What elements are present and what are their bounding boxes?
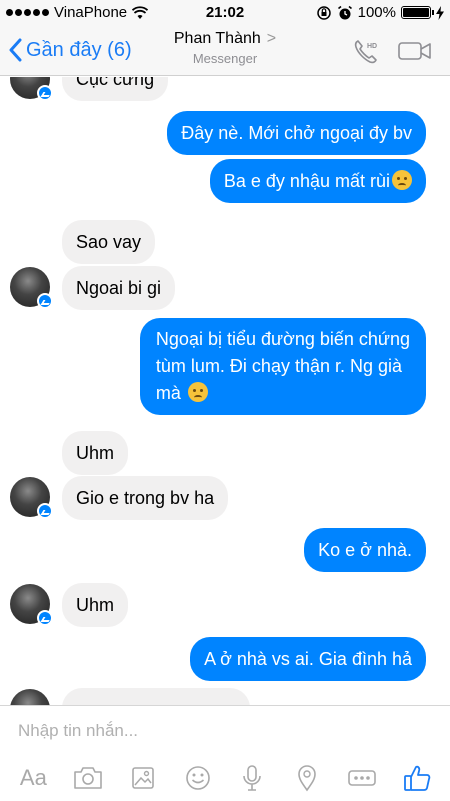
battery-percent: 100%	[357, 4, 396, 21]
message-incoming[interactable]	[62, 688, 250, 705]
message-incoming[interactable]: Gio e trong bv ha	[62, 476, 229, 520]
message-outgoing[interactable]: Đây nè. Mới chở ngoại đy bv	[167, 111, 426, 155]
messenger-badge-icon	[37, 85, 53, 101]
message-text: Ba e đy nhậu mất rùi	[223, 171, 390, 191]
smiley-icon	[185, 766, 210, 790]
photo-gallery-icon	[132, 767, 154, 789]
contact-name: Phan Thành	[173, 30, 261, 47]
messenger-badge-icon	[37, 293, 53, 309]
compose-toolbar: Aa	[0, 756, 450, 800]
more-dots-icon	[348, 770, 376, 786]
contact-avatar[interactable]	[10, 584, 53, 626]
messenger-badge-icon	[37, 503, 53, 519]
message-input[interactable]	[18, 716, 438, 746]
crying-face-icon	[392, 170, 412, 190]
charging-bolt-icon	[436, 5, 444, 20]
message-text: Gio e trong bv ha	[76, 488, 215, 508]
photo-gallery-button[interactable]	[125, 760, 161, 796]
conversation-header: Gần đây (6) Phan Thành > Messenger HD	[0, 26, 450, 76]
compose-bar: Aa	[0, 705, 450, 801]
message-text: Sao vay	[76, 232, 142, 252]
message-text: A ở nhà vs ai. Gia đình hả	[204, 649, 412, 669]
disappointed-face-icon	[187, 382, 208, 402]
message-incoming[interactable]: Sao vay	[62, 220, 156, 264]
message-list[interactable]: Cục cưng Đây nè. Mới chở ngoại đy bv Ba …	[0, 77, 450, 705]
contact-subtitle: Messenger	[192, 51, 258, 66]
more-options-button[interactable]	[344, 760, 380, 796]
location-button[interactable]	[289, 760, 325, 796]
text-format-button[interactable]: Aa	[15, 760, 51, 796]
location-pin-icon	[298, 765, 316, 792]
thumbs-up-icon	[403, 765, 430, 791]
message-text: Uhm	[76, 443, 115, 463]
message-text: Uhm	[76, 595, 115, 615]
back-button[interactable]: Gần đây (6)	[8, 38, 132, 62]
message-text: Ngoại bị tiểu đường biến chứng	[155, 329, 410, 349]
message-text: Ko e ở nhà.	[318, 540, 412, 560]
back-label: Gần đây (6)	[26, 38, 132, 61]
message-outgoing[interactable]: Ko e ở nhà.	[304, 528, 426, 572]
contact-avatar[interactable]	[10, 267, 53, 309]
voice-button[interactable]	[234, 760, 270, 796]
message-text: mà	[155, 383, 181, 403]
message-outgoing[interactable]: A ở nhà vs ai. Gia đình hả	[190, 637, 426, 681]
orientation-lock-icon	[316, 5, 331, 20]
phone-hd-icon[interactable]: HD	[352, 38, 380, 66]
alarm-icon	[337, 5, 352, 19]
message-incoming[interactable]: Uhm	[62, 431, 129, 475]
message-text: Cục cưng	[76, 77, 155, 89]
contact-avatar[interactable]	[10, 77, 53, 101]
message-outgoing[interactable]: Ba e đy nhậu mất rùi	[209, 159, 426, 203]
message-text: Đây nè. Mới chở ngoại đy bv	[181, 123, 412, 143]
message-incoming[interactable]: Uhm	[62, 583, 129, 627]
messenger-badge-icon	[37, 610, 53, 626]
message-incoming[interactable]: Cục cưng	[62, 77, 169, 101]
chevron-left-icon	[9, 38, 22, 62]
camera-icon	[74, 767, 102, 789]
svg-text:HD: HD	[367, 43, 377, 50]
contact-avatar[interactable]	[10, 689, 50, 705]
sticker-button[interactable]	[180, 760, 216, 796]
message-text: tùm lum. Đi chạy thận r. Ng già	[155, 356, 403, 376]
contact-title[interactable]: Phan Thành > Messenger	[150, 30, 300, 66]
message-incoming[interactable]: Ngoai bi gi	[62, 266, 176, 310]
chevron-right-icon: >	[266, 30, 277, 47]
contact-avatar[interactable]	[10, 477, 53, 519]
status-right: 100%	[316, 4, 444, 21]
like-button[interactable]	[399, 760, 435, 796]
message-outgoing[interactable]: Ngoại bị tiểu đường biến chứng tùm lum. …	[139, 318, 426, 415]
battery-icon	[401, 6, 434, 19]
text-format-label: Aa	[19, 765, 47, 790]
status-bar: VinaPhone 21:02 100%	[0, 0, 450, 26]
camera-button[interactable]	[70, 760, 106, 796]
video-camera-icon[interactable]	[398, 40, 432, 62]
microphone-icon	[243, 765, 262, 791]
message-text: Ngoai bi gi	[76, 278, 162, 298]
